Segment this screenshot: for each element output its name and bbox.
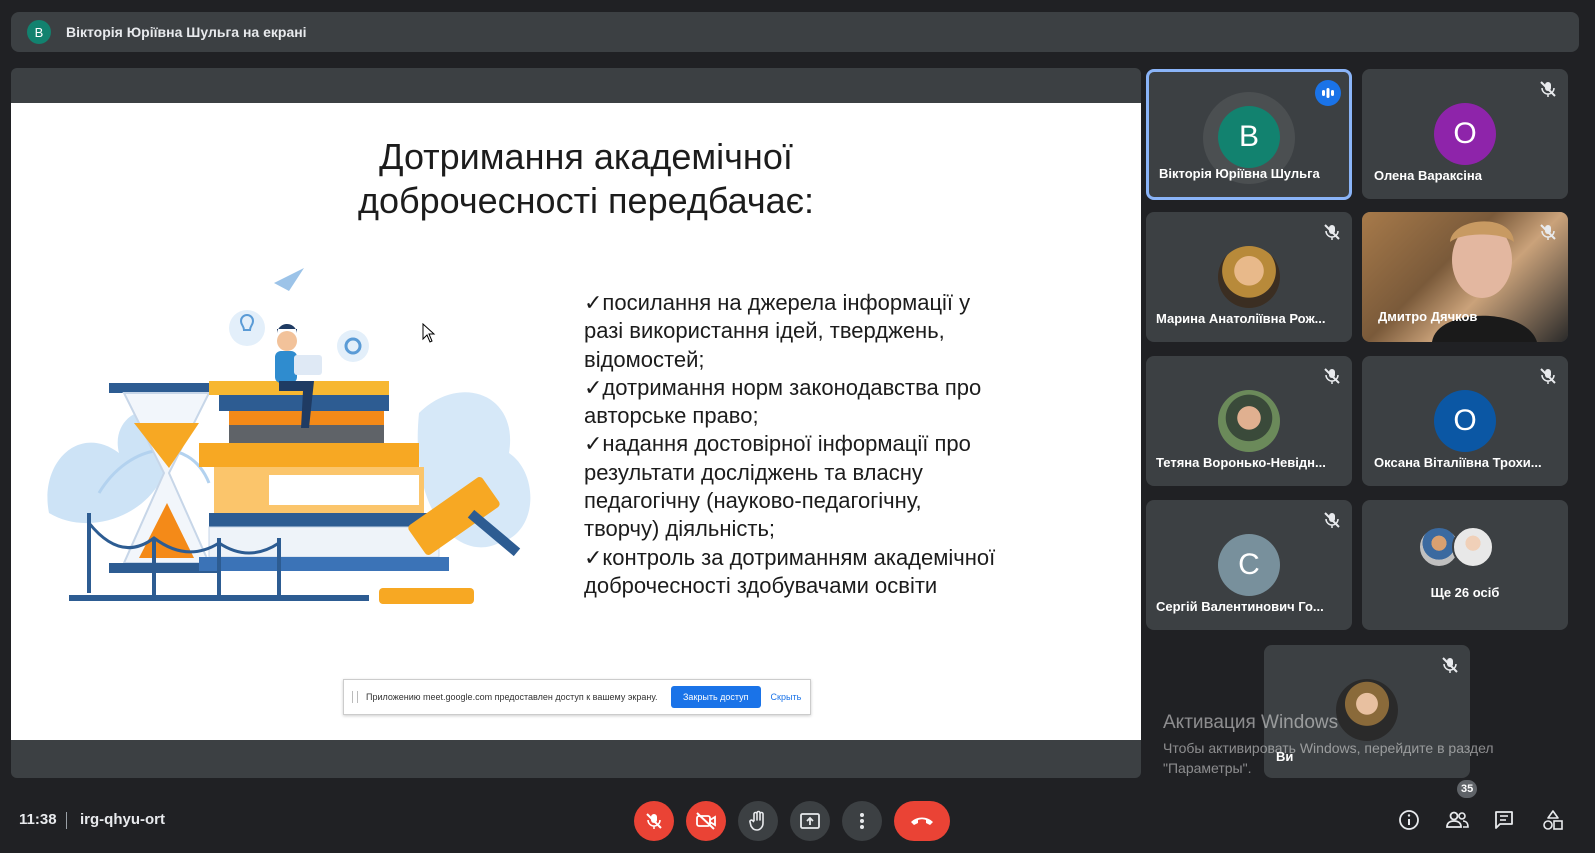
- participant-tile-presenter[interactable]: В Вікторія Юріївна Шульга: [1146, 69, 1352, 200]
- presentation-area: Дотримання академічної доброчесності пер…: [11, 68, 1141, 778]
- participant-name: Оксана Віталіївна Трохи...: [1374, 455, 1542, 470]
- mic-off-icon: [646, 813, 662, 829]
- participant-name: Вікторія Юріївна Шульга: [1159, 166, 1320, 181]
- microphone-button[interactable]: [634, 801, 674, 841]
- mic-off-icon: [1324, 368, 1340, 384]
- bullet-line: творчу) діяльність;: [584, 516, 776, 542]
- presentation-slide: Дотримання академічної доброчесності пер…: [11, 103, 1141, 740]
- participant-tile[interactable]: О Олена Вараксіна: [1362, 69, 1568, 199]
- bullet-line: педагогічну (науково-педагогічну,: [584, 488, 922, 514]
- camera-off-icon: [696, 812, 716, 830]
- more-participants-tile[interactable]: Ще 26 осіб: [1362, 500, 1568, 630]
- slide-bullets: ✓посилання на джерела інформації у разі …: [584, 289, 1104, 600]
- mic-off-icon: [1540, 368, 1556, 384]
- presenting-title: Вікторія Юріївна Шульга на екрані: [66, 24, 307, 40]
- bullet-line: доброчесності здобувачами освіти: [584, 572, 938, 598]
- more-participants-label: Ще 26 осіб: [1430, 585, 1500, 600]
- slide-title-line-1: Дотримання академічної: [379, 136, 793, 177]
- participant-tile[interactable]: О Оксана Віталіївна Трохи...: [1362, 356, 1568, 486]
- chat-icon: [1495, 811, 1513, 829]
- activation-title: Активация Windows: [1163, 712, 1339, 733]
- activities-button[interactable]: [1540, 807, 1566, 833]
- present-icon: [800, 813, 820, 829]
- drag-handle[interactable]: [352, 691, 358, 703]
- stop-sharing-button[interactable]: Закрыть доступ: [671, 686, 761, 708]
- people-icon: [1446, 811, 1469, 828]
- present-screen-button[interactable]: [790, 801, 830, 841]
- more-vert-icon: [860, 813, 864, 829]
- participant-name: Марина Анатоліївна Рож...: [1156, 311, 1326, 326]
- screen-share-notification: Приложению meet.google.com предоставлен …: [343, 679, 811, 715]
- participant-name: Дмитро Дячков: [1378, 309, 1478, 324]
- avatar-photo: [1218, 390, 1280, 452]
- mic-off-icon: [1540, 81, 1556, 97]
- presenter-avatar: В: [27, 20, 51, 44]
- people-button[interactable]: [1444, 807, 1470, 833]
- avatar: В: [1218, 106, 1280, 168]
- bullet-line: разі використання ідей, тверджень,: [584, 318, 945, 344]
- bullet-line: ✓контроль за дотриманням академічної: [584, 544, 996, 570]
- participant-tile[interactable]: Тетяна Воронько-Невідн...: [1146, 356, 1352, 486]
- activation-text: Чтобы активировать Windows, перейдите в …: [1163, 738, 1494, 778]
- chat-button[interactable]: [1491, 807, 1517, 833]
- windows-activation-watermark: Активация Windows Чтобы активировать Win…: [1163, 712, 1494, 778]
- activities-icon: [1543, 810, 1563, 830]
- avatar: С: [1218, 534, 1280, 596]
- current-time: 11:38: [19, 811, 57, 828]
- bullet-line: ✓надання достовірної інформації про: [584, 431, 971, 457]
- participant-name: Олена Вараксіна: [1374, 168, 1482, 183]
- avatar-photo: [1218, 246, 1280, 308]
- participant-name: Сергій Валентинович Го...: [1156, 599, 1324, 614]
- raise-hand-button[interactable]: [738, 801, 778, 841]
- slide-illustration: [47, 268, 531, 604]
- bullet-line: ✓посилання на джерела інформації у: [584, 290, 971, 315]
- more-options-button[interactable]: [842, 801, 882, 841]
- mic-off-icon: [1540, 224, 1556, 240]
- avatar-photo: [1452, 526, 1494, 568]
- activation-line: "Параметры".: [1163, 760, 1252, 776]
- bullet-line: авторське право;: [584, 403, 759, 429]
- participant-tile[interactable]: Марина Анатоліївна Рож...: [1146, 212, 1352, 342]
- leave-call-button[interactable]: [894, 801, 950, 841]
- slide-title-line-2: доброчесності передбачає:: [357, 180, 814, 221]
- mic-off-icon: [1324, 224, 1340, 240]
- bullet-line: результати досліджень та власну: [584, 459, 923, 485]
- participant-tile[interactable]: С Сергій Валентинович Го...: [1146, 500, 1352, 630]
- hang-up-icon: [911, 817, 933, 825]
- mouse-cursor-icon: [422, 323, 436, 343]
- meeting-details-button[interactable]: [1396, 807, 1422, 833]
- people-count-badge: 35: [1457, 780, 1478, 798]
- mic-off-icon: [1324, 512, 1340, 528]
- bullet-line: відомостей;: [584, 346, 705, 372]
- bullet-line: ✓дотримання норм законодавства про: [584, 374, 982, 400]
- presenting-banner: В Вікторія Юріївна Шульга на екрані: [11, 12, 1579, 52]
- meeting-code: irg-qhyu-ort: [80, 811, 165, 828]
- hide-notification-link[interactable]: Скрыть: [771, 692, 802, 702]
- camera-button[interactable]: [686, 801, 726, 841]
- avatar: О: [1434, 390, 1496, 452]
- participant-tile-video[interactable]: Дмитро Дячков: [1362, 212, 1568, 342]
- activation-line: Чтобы активировать Windows, перейдите в …: [1163, 740, 1494, 756]
- control-bar: 11:38 irg-qhyu-ort 35: [0, 780, 1595, 853]
- slide-title: Дотримання академічної доброчесності пер…: [306, 135, 866, 223]
- participant-name: Тетяна Воронько-Невідн...: [1156, 455, 1326, 470]
- avatar: О: [1434, 103, 1496, 165]
- hand-icon: [749, 810, 764, 831]
- info-icon: [1399, 810, 1419, 830]
- speaking-indicator-icon: [1315, 80, 1341, 106]
- divider: [66, 812, 67, 829]
- share-message: Приложению meet.google.com предоставлен …: [366, 692, 658, 702]
- mic-off-icon: [1442, 657, 1458, 673]
